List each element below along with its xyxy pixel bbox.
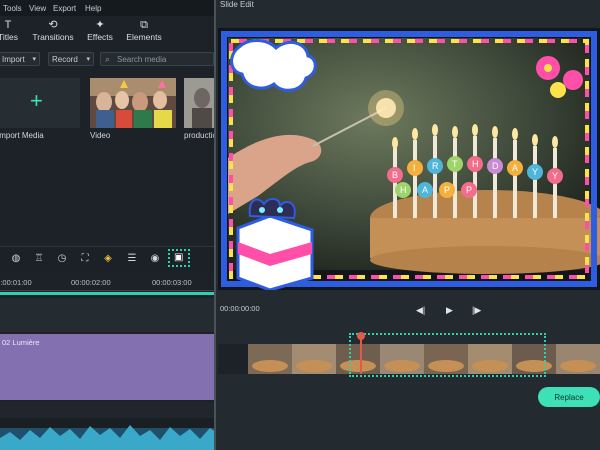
- menu-tools[interactable]: Tools: [3, 4, 22, 13]
- timeline-toolbar: ◍ ♖ ◷ ⛶ ◈ ☰ ◉ ▣: [0, 246, 214, 271]
- audio-track: [0, 402, 214, 418]
- svg-text:P: P: [444, 185, 450, 195]
- clip-block[interactable]: 02 Lumière: [0, 334, 214, 400]
- production-thumbnail[interactable]: [184, 78, 214, 128]
- audio-icon[interactable]: ◉: [148, 252, 162, 266]
- slide-edit-button[interactable]: ▣: [168, 249, 190, 267]
- toolbar: T Titles ⟲ Transitions ✦ Effects ⧉ Eleme…: [0, 16, 214, 48]
- timeline-ruler: 00:00:01:00 00:00:02:00 00:00:03:00: [0, 272, 214, 292]
- next-frame-icon[interactable]: |▶︎: [472, 305, 481, 316]
- svg-text:H: H: [472, 159, 479, 169]
- svg-text:H: H: [400, 185, 407, 195]
- video-thumbnail-image: [90, 78, 176, 128]
- elements-icon: ⧉: [140, 19, 148, 31]
- import-media-tile[interactable]: +: [0, 78, 80, 128]
- video-thumbnail[interactable]: [90, 78, 176, 128]
- replace-button[interactable]: Replace: [538, 387, 600, 407]
- chevron-down-icon: ▾: [32, 56, 36, 63]
- media-bar: Import ▾ Record ▾ ⌕ Search media: [0, 50, 214, 68]
- clip-label: 02 Lumière: [2, 338, 40, 347]
- svg-text:D: D: [492, 161, 499, 171]
- transitions-button[interactable]: ⟲ Transitions: [31, 18, 75, 42]
- ruler-scale: [0, 290, 214, 291]
- adjust-icon[interactable]: ☰: [125, 252, 139, 266]
- preview-canvas: B I R T H D A Y H A P P Y: [218, 28, 600, 290]
- chevron-down-icon: ▾: [86, 56, 90, 63]
- film-icon: ▣: [174, 252, 184, 263]
- svg-text:T: T: [452, 159, 458, 169]
- menu-help[interactable]: Help: [85, 4, 101, 13]
- production-label: productio: [184, 131, 214, 140]
- video-track-empty: [0, 298, 214, 332]
- elements-button[interactable]: ⧉ Elements: [122, 18, 166, 42]
- effects-icon: ✦: [95, 19, 105, 31]
- playhead-handle[interactable]: [357, 332, 365, 340]
- keyframe-icon[interactable]: ◈: [101, 252, 115, 266]
- play-icon[interactable]: ▶: [446, 305, 453, 316]
- menu-export[interactable]: Export: [53, 4, 76, 13]
- panel-title: Slide Edit: [220, 0, 254, 9]
- prev-frame-icon[interactable]: ◀︎|: [416, 305, 425, 316]
- search-icon: ⌕: [105, 54, 111, 64]
- svg-text:A: A: [422, 185, 428, 195]
- import-media-label: Import Media: [0, 131, 44, 140]
- editor-panel: Tools View Export Help T Titles ⟲ Transi…: [0, 0, 214, 450]
- effects-button[interactable]: ✦ Effects: [78, 18, 122, 42]
- green-screen-icon[interactable]: ♖: [32, 252, 46, 266]
- titles-button[interactable]: T Titles: [0, 18, 30, 42]
- svg-text:Y: Y: [552, 171, 558, 181]
- transitions-icon: ⟲: [48, 19, 58, 31]
- svg-text:A: A: [512, 163, 518, 173]
- color-icon[interactable]: ◍: [9, 252, 23, 266]
- plus-icon: +: [30, 88, 43, 113]
- svg-text:R: R: [432, 161, 439, 171]
- filmstrip-start: [218, 344, 248, 374]
- playhead-line: [360, 338, 362, 374]
- speed-icon[interactable]: ◷: [55, 252, 69, 266]
- import-dropdown[interactable]: Import ▾: [0, 52, 40, 66]
- menu-bar: Tools View Export Help: [0, 0, 214, 16]
- timecode: 00:00:00:00: [220, 304, 260, 313]
- menu-view[interactable]: View: [29, 4, 46, 13]
- preview-image: B I R T H D A Y H A P P Y: [218, 28, 600, 290]
- playhead-line: [0, 292, 214, 295]
- titles-icon: T: [4, 19, 12, 31]
- svg-text:B: B: [392, 170, 398, 180]
- crop-icon[interactable]: ⛶: [78, 252, 92, 266]
- svg-text:P: P: [466, 185, 472, 195]
- svg-text:Y: Y: [532, 167, 538, 177]
- production-thumbnail-image: [184, 78, 214, 128]
- search-input[interactable]: ⌕ Search media: [100, 52, 214, 66]
- video-label: Video: [90, 131, 111, 140]
- record-dropdown[interactable]: Record ▾: [48, 52, 94, 66]
- svg-text:I: I: [413, 163, 416, 173]
- selection-range[interactable]: [349, 333, 546, 377]
